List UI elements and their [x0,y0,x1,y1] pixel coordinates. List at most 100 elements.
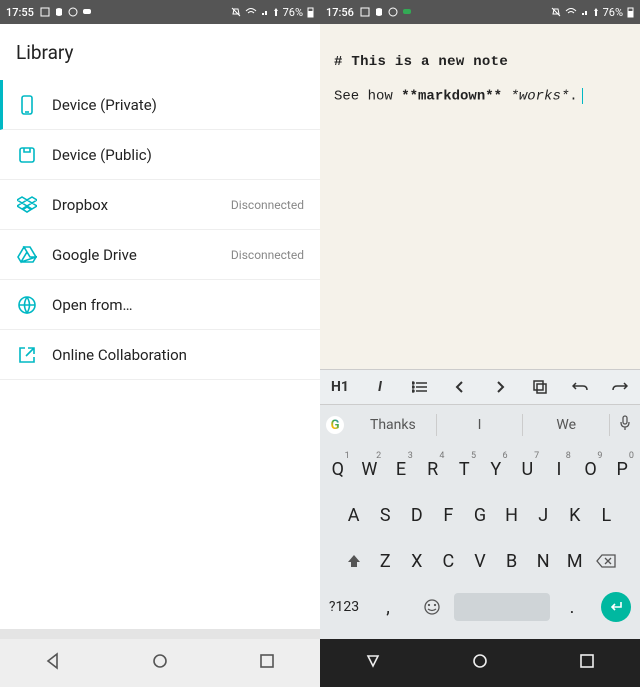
nav-back[interactable] [44,652,62,674]
battery-percent: 76% [283,6,303,19]
toolbar-undo[interactable] [560,370,600,404]
key-a[interactable]: A [338,495,370,535]
key-m[interactable]: M [559,541,591,581]
key-emoji[interactable] [410,587,454,627]
key-symbols[interactable]: ?123 [322,587,366,627]
library-item-open-from[interactable]: Open from… [0,280,320,330]
key-z[interactable]: Z [369,541,401,581]
device-private-icon [16,94,38,116]
evernote-icon [54,7,64,17]
nav-back[interactable] [364,652,382,674]
library-item-device-public[interactable]: Device (Public) [0,130,320,180]
msg-icon [82,7,92,17]
editor-text: See how [334,89,401,105]
markdown-editor[interactable]: # This is a new note See how **markdown*… [320,24,640,369]
globe-icon [16,294,38,316]
toolbar-redo[interactable] [600,370,640,404]
screen-library: 17:55 76% Library Device (Private) Devic [0,0,320,687]
key-q[interactable]: 1Q [322,449,354,489]
key-n[interactable]: N [527,541,559,581]
editor-body-line: See how **markdown** *works*. [334,88,626,105]
key-t[interactable]: 5T [448,449,480,489]
nav-recent[interactable] [578,652,596,674]
key-v[interactable]: V [464,541,496,581]
wifi-icon [245,7,257,17]
external-link-icon [16,344,38,366]
editor-bold: **markdown** [401,89,502,105]
editor-text: . [569,89,577,105]
key-f[interactable]: F [433,495,465,535]
key-backspace[interactable] [591,541,623,581]
library-item-label: Open from… [52,296,304,314]
key-h[interactable]: H [496,495,528,535]
toolbar-h1[interactable]: H1 [320,370,360,404]
bell-off-icon [231,7,241,17]
nav-recent[interactable] [258,652,276,674]
key-row-4: ?123 , . [322,587,638,627]
status-bar: 17:56 76% [320,0,640,24]
editor-toolbar: H1 I [320,369,640,405]
library-header: Library [0,24,320,80]
suggestion-3[interactable]: We [523,414,610,436]
key-p[interactable]: 0P [606,449,638,489]
keyboard-area: H1 I Thanks I We 1Q 2W 3E 4R 5T 6Y [320,369,640,639]
key-r[interactable]: 4R [417,449,449,489]
key-y[interactable]: 6Y [480,449,512,489]
keyboard: 1Q 2W 3E 4R 5T 6Y 7U 8I 9O 0P A S D F G … [320,445,640,639]
library-item-label: Device (Public) [52,146,304,164]
key-i[interactable]: 8I [543,449,575,489]
key-shift[interactable] [338,541,370,581]
key-period[interactable]: . [550,587,594,627]
library-item-dropbox[interactable]: Dropbox Disconnected [0,180,320,230]
signal-icon [261,7,269,17]
key-b[interactable]: B [496,541,528,581]
blank-bottom [0,629,320,639]
picture-icon [360,7,370,17]
key-c[interactable]: C [433,541,465,581]
library-item-label: Dropbox [52,196,231,214]
key-d[interactable]: D [401,495,433,535]
google-drive-icon [16,244,38,266]
evernote-icon [374,7,384,17]
mic-icon[interactable] [610,415,640,435]
toolbar-list[interactable] [400,370,440,404]
library-item-google-drive[interactable]: Google Drive Disconnected [0,230,320,280]
status-left-icons [40,7,92,17]
library-item-device-private[interactable]: Device (Private) [0,80,320,130]
status-time: 17:56 [326,6,354,19]
toolbar-italic[interactable]: I [360,370,400,404]
text-cursor [582,88,583,104]
nav-home[interactable] [471,652,489,674]
picture-icon [40,7,50,17]
battery-percent: 76% [603,6,623,19]
key-o[interactable]: 9O [575,449,607,489]
key-e[interactable]: 3E [385,449,417,489]
suggestion-1[interactable]: Thanks [350,414,437,436]
android-nav-bar [0,639,320,687]
google-search-icon[interactable] [320,416,350,434]
editor-title-line: # This is a new note [334,54,626,70]
suggestion-2[interactable]: I [437,414,524,436]
nav-home[interactable] [151,652,169,674]
toolbar-prev[interactable] [440,370,480,404]
key-row-3: Z X C V B N M [322,541,638,581]
key-x[interactable]: X [401,541,433,581]
key-j[interactable]: J [527,495,559,535]
wifi-icon [565,7,577,17]
key-k[interactable]: K [559,495,591,535]
key-comma[interactable]: , [366,587,410,627]
msg-icon [402,7,412,17]
data-icon [593,7,599,17]
key-l[interactable]: L [591,495,623,535]
key-u[interactable]: 7U [512,449,544,489]
toolbar-next[interactable] [480,370,520,404]
toolbar-copy[interactable] [520,370,560,404]
key-s[interactable]: S [369,495,401,535]
key-w[interactable]: 2W [354,449,386,489]
battery-icon [627,7,634,18]
key-space[interactable] [454,587,550,627]
key-g[interactable]: G [464,495,496,535]
screen-editor: 17:56 76% # This is a new note See how *… [320,0,640,687]
key-enter[interactable] [594,587,638,627]
library-item-online-collab[interactable]: Online Collaboration [0,330,320,380]
